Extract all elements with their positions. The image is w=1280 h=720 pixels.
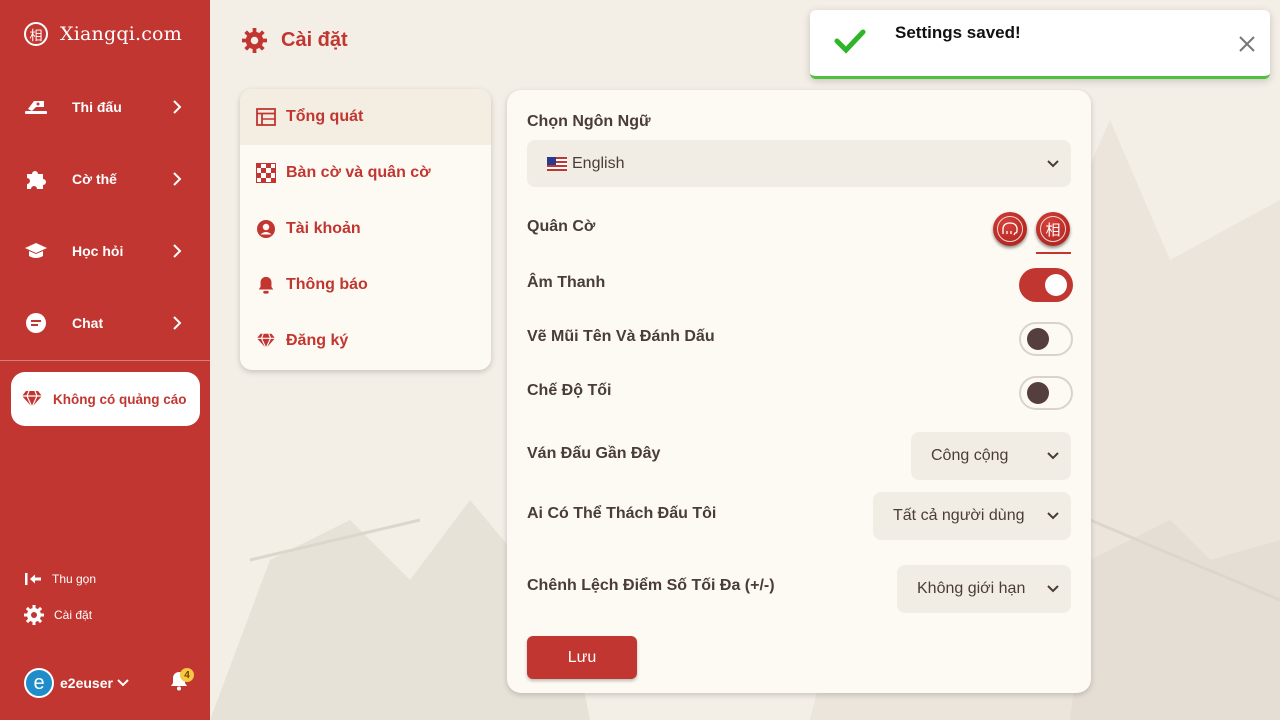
gear-icon — [242, 28, 267, 53]
challenge-label: Ai Có Thể Thách Đấu Tôi — [527, 505, 717, 522]
recent-games-label: Ván Đấu Gần Đây — [527, 445, 661, 462]
board-icon — [256, 163, 276, 183]
logo-mark: 相 — [24, 22, 48, 46]
chevron-right-icon — [173, 172, 182, 186]
logo[interactable]: 相 Xiangqi.com — [24, 22, 182, 46]
chevron-right-icon — [173, 244, 182, 258]
piece-glyph: 相 — [1040, 216, 1066, 242]
layout-icon — [256, 108, 276, 126]
sidebar-item-learn[interactable]: Học hỏi — [0, 227, 210, 275]
diamond-icon — [256, 333, 276, 350]
notification-badge: 4 — [180, 668, 194, 682]
avatar: e — [24, 668, 54, 698]
gear-icon — [24, 605, 44, 625]
sidebar-item-label: Chat — [72, 315, 104, 331]
settings-tab-label: Tổng quát — [286, 108, 364, 125]
sidebar-divider — [0, 360, 210, 361]
elephant-icon — [997, 216, 1023, 242]
pieces-label: Quân Cờ — [527, 218, 596, 235]
chevron-right-icon — [173, 316, 182, 330]
rating-diff-label: Chênh Lệch Điểm Số Tối Đa (+/-) — [527, 577, 775, 594]
sidebar-item-label: Thi đấu — [72, 99, 122, 115]
chevron-down-icon — [117, 679, 129, 687]
toggle-knob — [1027, 382, 1049, 404]
language-select[interactable]: English — [527, 140, 1071, 187]
language-value: English — [572, 154, 625, 172]
recent-games-value: Công cộng — [931, 447, 1009, 464]
sidebar-item-chat[interactable]: Chat — [0, 299, 210, 347]
language-label: Chọn Ngôn Ngữ — [527, 113, 651, 130]
chevron-right-icon — [173, 100, 182, 114]
settings-tab-label: Tài khoản — [286, 220, 361, 237]
settings-tab-subscription[interactable]: Đăng ký — [240, 313, 491, 369]
selected-piece-indicator — [1036, 252, 1071, 254]
settings-link[interactable]: Cài đặt — [24, 605, 92, 625]
sound-toggle[interactable] — [1019, 268, 1073, 302]
sidebar-item-label: Học hỏi — [72, 243, 124, 259]
success-toast: Settings saved! — [810, 10, 1270, 79]
settings-link-label: Cài đặt — [54, 608, 93, 622]
recent-games-select[interactable]: Công cộng — [911, 432, 1071, 480]
general-settings-panel: Chọn Ngôn Ngữ English Quân Cờ 相 Âm Thanh… — [507, 90, 1091, 693]
chevron-down-icon — [1047, 452, 1059, 460]
toggle-knob — [1027, 328, 1049, 350]
close-icon[interactable] — [1238, 35, 1256, 53]
sidebar-item-play[interactable]: Thi đấu — [0, 83, 210, 131]
graduation-cap-icon — [24, 239, 48, 263]
toggle-knob — [1045, 274, 1067, 296]
collapse-label: Thu gọn — [52, 572, 97, 586]
chevron-down-icon — [1047, 512, 1059, 520]
dark-mode-toggle[interactable] — [1019, 376, 1073, 410]
chat-icon — [24, 311, 48, 335]
piece-style-traditional-option[interactable]: 相 — [1036, 212, 1070, 246]
rating-diff-select[interactable]: Không giới hạn — [897, 565, 1071, 613]
rating-diff-value: Không giới hạn — [917, 580, 1026, 597]
us-flag-icon — [547, 156, 567, 171]
collapse-button[interactable]: Thu gọn — [24, 572, 96, 586]
chevron-down-icon — [1047, 159, 1059, 167]
collapse-icon — [25, 573, 41, 585]
arrows-label: Vẽ Mũi Tên Và Đánh Dấu — [527, 328, 715, 345]
dark-mode-label: Chế Độ Tối — [527, 382, 612, 399]
sidebar: 相 Xiangqi.com Thi đấu Cờ thế Học hỏi Cha… — [0, 0, 210, 720]
save-button[interactable]: Lưu — [527, 636, 637, 679]
checkmark-icon — [834, 29, 866, 54]
settings-tab-general[interactable]: Tổng quát — [240, 89, 491, 145]
no-ads-button[interactable]: Không có quảng cáo — [11, 372, 200, 426]
bell-icon — [258, 276, 274, 294]
username: e2euser — [60, 675, 113, 691]
arrows-toggle[interactable] — [1019, 322, 1073, 356]
page-title: Cài đặt — [281, 29, 348, 51]
sidebar-item-puzzles[interactable]: Cờ thế — [0, 155, 210, 203]
challenge-value: Tất cả người dùng — [893, 507, 1025, 524]
piece-style-western-option[interactable] — [993, 212, 1027, 246]
settings-menu: Tổng quát Bàn cờ và quân cờ Tài khoản Th… — [240, 89, 491, 370]
settings-tab-notifications[interactable]: Thông báo — [240, 257, 491, 313]
challenge-select[interactable]: Tất cả người dùng — [873, 492, 1071, 540]
play-icon — [24, 95, 48, 119]
account-icon — [257, 220, 275, 238]
settings-tab-label: Thông báo — [286, 276, 368, 293]
puzzle-icon — [24, 167, 48, 191]
logo-text: Xiangqi.com — [60, 23, 182, 45]
settings-tab-label: Bàn cờ và quân cờ — [286, 164, 431, 181]
sidebar-item-label: Cờ thế — [72, 171, 117, 187]
user-menu[interactable]: e e2euser — [24, 668, 129, 698]
chevron-down-icon — [1047, 585, 1059, 593]
diamond-icon — [22, 390, 42, 408]
settings-tab-label: Đăng ký — [286, 332, 349, 349]
settings-tab-account[interactable]: Tài khoản — [240, 201, 491, 257]
page-header: Cài đặt — [242, 28, 348, 53]
no-ads-label: Không có quảng cáo — [53, 391, 187, 407]
settings-tab-board[interactable]: Bàn cờ và quân cờ — [240, 145, 491, 201]
toast-message: Settings saved! — [895, 23, 1021, 42]
sound-label: Âm Thanh — [527, 274, 606, 291]
